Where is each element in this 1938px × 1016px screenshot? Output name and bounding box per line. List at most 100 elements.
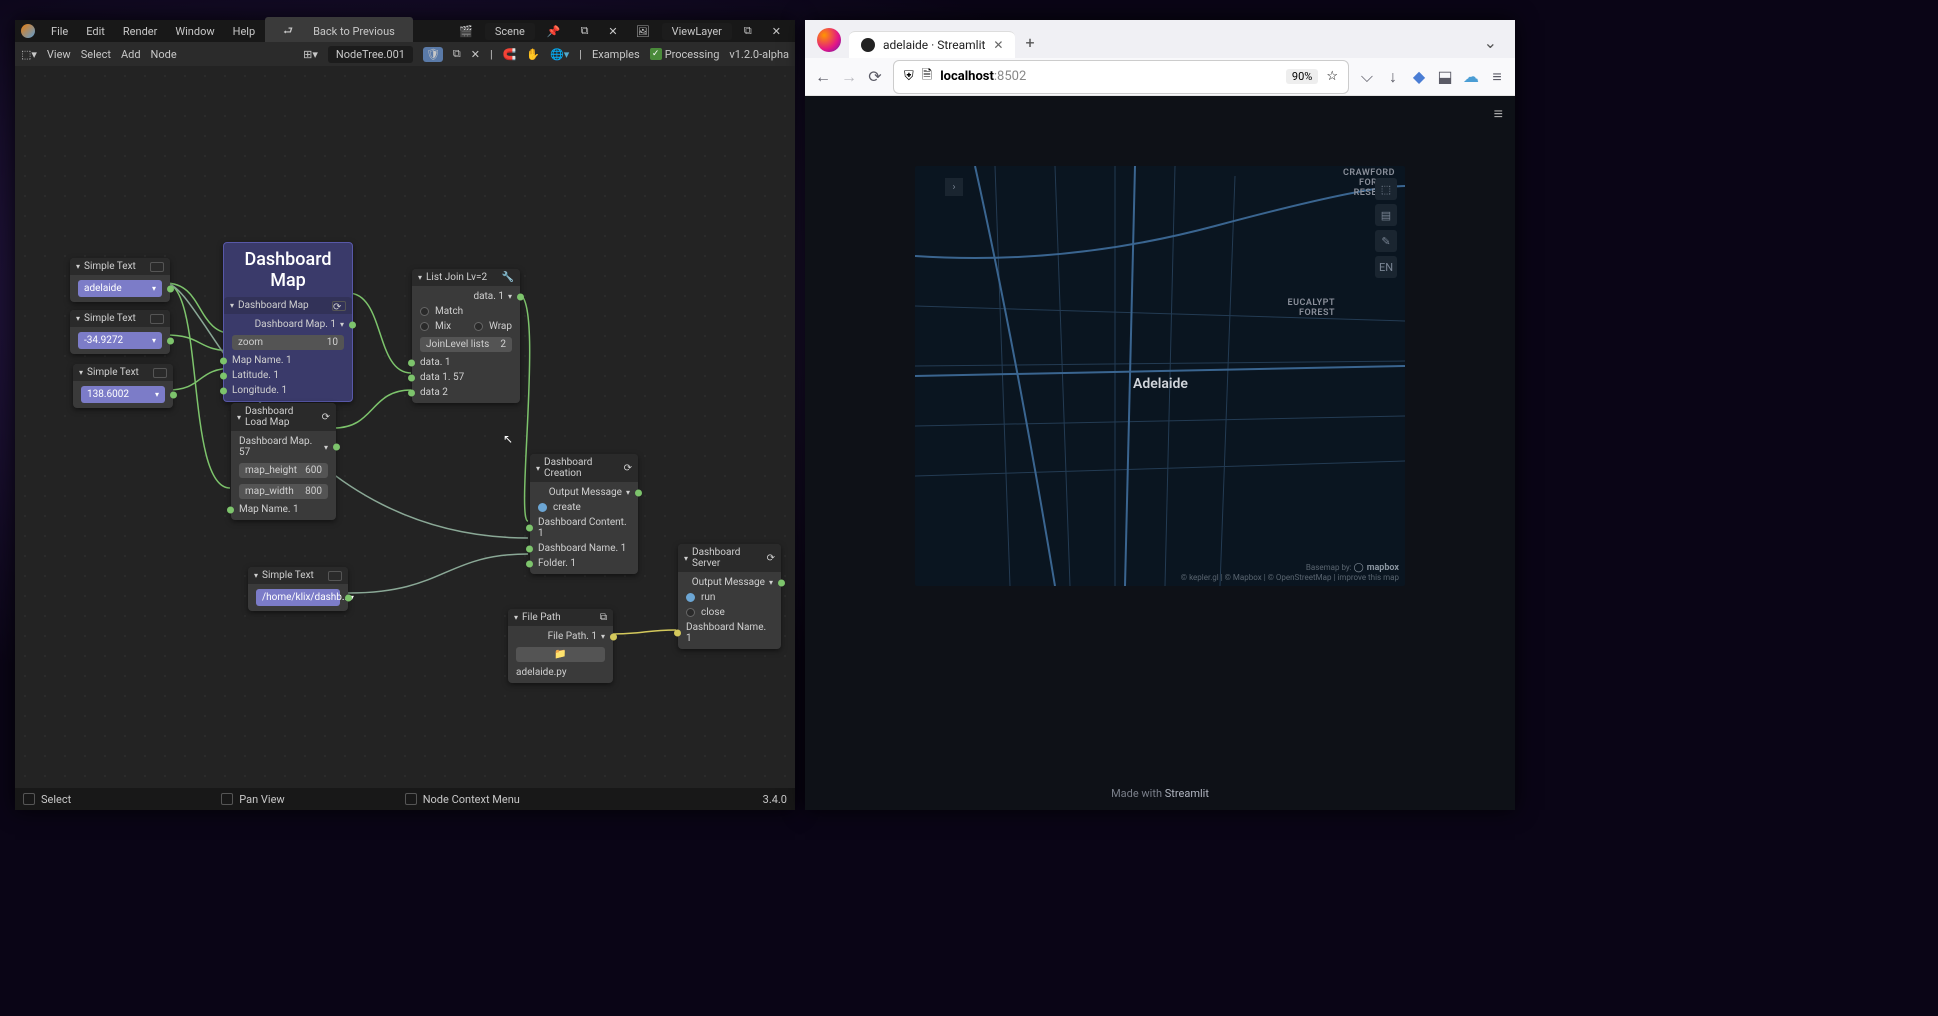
collapse-icon[interactable]: ▾ xyxy=(230,301,234,310)
lock-icon[interactable]: 🗎 xyxy=(922,66,932,88)
copy-nodetree-icon[interactable]: ⧉ xyxy=(453,47,461,61)
menu-render[interactable]: Render xyxy=(115,22,165,41)
collapse-icon[interactable]: ▾ xyxy=(514,613,518,622)
toolbar-select[interactable]: Select xyxy=(81,48,111,61)
wrap-radio[interactable] xyxy=(474,322,483,331)
create-radio[interactable] xyxy=(538,503,547,512)
nodetree-name[interactable]: NodeTree.001 xyxy=(328,46,413,63)
node-dashboard-map[interactable]: Dashboard Map ▾Dashboard Map⟳ Dashboard … xyxy=(223,242,353,402)
scene-selector[interactable]: 🎬 Scene 📌 ⧉ ✕ xyxy=(451,21,626,41)
streamlit-link[interactable]: Streamlit xyxy=(1165,787,1209,800)
node-simple-text-4[interactable]: ▾Simple Text /home/klix/dashb...▾ xyxy=(248,567,348,611)
close-tab-icon[interactable]: ✕ xyxy=(993,38,1003,52)
close-nodetree-icon[interactable]: ✕ xyxy=(471,48,480,61)
scene-name[interactable]: Scene xyxy=(485,23,535,40)
viewlayer-copy-icon[interactable]: ⧉ xyxy=(736,21,760,41)
list-tabs-icon[interactable]: ⌄ xyxy=(1474,27,1507,58)
downloads-icon[interactable]: ↓ xyxy=(1385,69,1401,85)
expand-icon[interactable]: › xyxy=(945,178,963,196)
toolbar-view[interactable]: View xyxy=(47,48,71,61)
node-simple-text-2[interactable]: ▾Simple Text -34.9272▾ xyxy=(70,310,170,354)
shield-icon[interactable]: ⛨ xyxy=(904,69,914,84)
options-icon[interactable] xyxy=(150,262,164,272)
toolbar-examples[interactable]: Examples xyxy=(592,48,640,61)
zoom-field[interactable]: zoom10 xyxy=(232,335,344,350)
menu-help[interactable]: Help xyxy=(225,22,264,41)
new-tab-button[interactable]: + xyxy=(1015,27,1044,58)
node-dashboard-creation[interactable]: ▾Dashboard Creation⟳ Output Message ▾ cr… xyxy=(530,454,638,574)
pocket-icon[interactable]: ⌵ xyxy=(1359,69,1375,85)
width-field[interactable]: map_width800 xyxy=(239,484,328,499)
menu-icon[interactable]: ≡ xyxy=(1489,69,1505,85)
processing-toggle[interactable]: ✓Processing xyxy=(650,48,720,61)
joinlevel-field[interactable]: JoinLevel lists2 xyxy=(420,337,512,352)
toolbar-node[interactable]: Node xyxy=(151,48,177,61)
scene-close-icon[interactable]: ✕ xyxy=(600,22,625,41)
mix-radio[interactable] xyxy=(420,322,429,331)
collapse-icon[interactable]: ▾ xyxy=(237,413,241,422)
scene-copy-icon[interactable]: ⧉ xyxy=(573,21,597,41)
url-bar[interactable]: ⛨ 🗎 localhost:8502 90% ☆ xyxy=(893,60,1349,94)
zoom-badge[interactable]: 90% xyxy=(1286,69,1318,84)
app-menu-icon[interactable]: ≡ xyxy=(1494,104,1503,124)
kepler-map[interactable]: › Adelaide CRAWFORD FOREST RESERVE EUCAL… xyxy=(915,166,1405,586)
text-value-field[interactable]: /home/klix/dashb...▾ xyxy=(256,589,340,606)
folder-button[interactable]: 📁 xyxy=(516,647,605,662)
node-editor-canvas[interactable]: ▾Simple Text adelaide▾ ▾Simple Text -34.… xyxy=(15,66,795,788)
collapse-icon[interactable]: ▾ xyxy=(79,368,83,377)
scene-pin-icon[interactable]: 📌 xyxy=(539,22,569,41)
globe-icon[interactable]: 🌐▾ xyxy=(550,48,569,61)
bookmark-icon[interactable]: ☆ xyxy=(1326,69,1338,84)
collapse-icon[interactable]: ▾ xyxy=(76,314,80,323)
text-value-field[interactable]: adelaide▾ xyxy=(78,280,162,297)
copy-icon[interactable]: ⧉ xyxy=(600,612,607,623)
forward-icon[interactable]: → xyxy=(841,69,857,85)
viewlayer-close-icon[interactable]: ✕ xyxy=(764,22,789,41)
browser-tab[interactable]: adelaide · Streamlit ✕ xyxy=(849,31,1015,58)
height-field[interactable]: map_height600 xyxy=(239,463,328,478)
options-icon[interactable] xyxy=(328,571,342,581)
viewlayer-name[interactable]: ViewLayer xyxy=(662,23,732,40)
menu-window[interactable]: Window xyxy=(167,22,222,41)
collapse-icon[interactable]: ▾ xyxy=(76,262,80,271)
editor-type-icon[interactable]: ⬚▾ xyxy=(21,48,37,61)
collapse-icon[interactable]: ▾ xyxy=(418,273,422,282)
node-dashboard-load-map[interactable]: ▾Dashboard Load Map⟳ Dashboard Map. 57 ▾… xyxy=(231,403,336,520)
map-3d-icon[interactable]: ⬚ xyxy=(1375,178,1397,200)
menu-file[interactable]: File xyxy=(43,22,76,41)
collapse-icon[interactable]: ▾ xyxy=(536,464,540,473)
map-lang-button[interactable]: EN xyxy=(1375,256,1397,278)
collapse-icon[interactable]: ▾ xyxy=(254,571,258,580)
run-radio[interactable] xyxy=(686,593,695,602)
back-icon[interactable]: ← xyxy=(815,69,831,85)
snap-icon[interactable]: 🧲 xyxy=(503,48,517,61)
text-value-field[interactable]: -34.9272▾ xyxy=(78,332,162,349)
node-dashboard-server[interactable]: ▾Dashboard Server⟳ Output Message ▾ run … xyxy=(678,544,781,649)
close-radio[interactable] xyxy=(686,608,695,617)
wrench-icon[interactable]: 🔧 xyxy=(502,272,514,283)
node-list-join[interactable]: ▾List Join Lv=2🔧 data. 1 ▾ Match MixWrap… xyxy=(412,269,520,403)
extension-icon-2[interactable]: ⬓ xyxy=(1437,69,1453,85)
collapse-icon[interactable]: ▾ xyxy=(684,554,688,563)
map-draw-icon[interactable]: ✎ xyxy=(1375,230,1397,252)
viewlayer-selector[interactable]: 🖼 ViewLayer ⧉ ✕ xyxy=(628,21,789,41)
toolbar-add[interactable]: Add xyxy=(121,48,141,61)
match-radio[interactable] xyxy=(420,307,429,316)
extension-icon-3[interactable]: ☁ xyxy=(1463,69,1479,85)
options-icon[interactable]: ⟳ xyxy=(624,463,632,474)
shield-icon[interactable]: 🛡 xyxy=(423,47,443,62)
mapbox-logo[interactable]: ◯ mapbox xyxy=(1354,563,1399,573)
text-value-field[interactable]: 138.6002▾ xyxy=(81,386,165,403)
firefox-logo-icon[interactable] xyxy=(817,28,841,52)
node-file-path[interactable]: ▾File Path⧉ File Path. 1 ▾ 📁 adelaide.py xyxy=(508,609,613,683)
options-icon[interactable]: ⟳ xyxy=(767,553,775,564)
options-icon[interactable] xyxy=(153,368,167,378)
hand-icon[interactable]: ✋ xyxy=(526,48,540,61)
options-icon[interactable]: ⟳ xyxy=(322,412,330,423)
node-simple-text-1[interactable]: ▾Simple Text adelaide▾ xyxy=(70,258,170,302)
options-icon[interactable] xyxy=(150,314,164,324)
options-icon[interactable]: ⟳ xyxy=(332,301,346,311)
map-layers-icon[interactable]: ▤ xyxy=(1375,204,1397,226)
reload-icon[interactable]: ⟳ xyxy=(867,69,883,85)
node-simple-text-3[interactable]: ▾Simple Text 138.6002▾ xyxy=(73,364,173,408)
